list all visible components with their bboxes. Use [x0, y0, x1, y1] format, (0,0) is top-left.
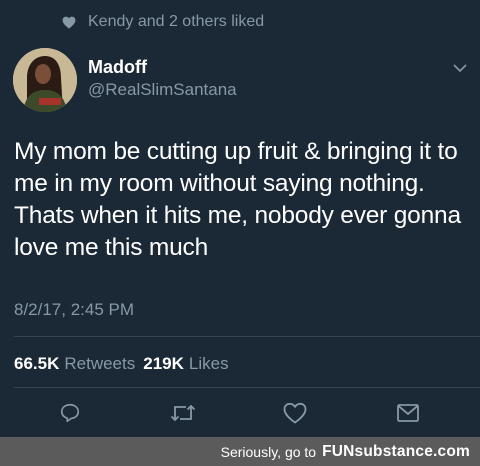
timestamp[interactable]: 8/2/17, 2:45 PM [14, 300, 134, 320]
watermark-footer: Seriously, go to FUNsubstance.com [0, 437, 480, 466]
avatar-image [13, 48, 77, 112]
likes-stat[interactable]: 219K Likes [143, 354, 228, 374]
avatar[interactable] [13, 48, 77, 112]
footer-text: Seriously, go to [220, 443, 317, 460]
divider [14, 336, 480, 337]
retweets-stat[interactable]: 66.5K Retweets [14, 354, 135, 374]
reply-icon [60, 403, 80, 423]
tweet-text: My mom be cutting up fruit & bringing it… [14, 138, 461, 261]
chevron-down-icon[interactable] [452, 62, 468, 74]
social-context: Kendy and 2 others liked [62, 13, 264, 31]
action-bar [0, 400, 480, 430]
like-button[interactable] [282, 400, 308, 426]
retweets-count: 66.5K [14, 354, 60, 373]
like-icon [283, 402, 307, 424]
retweet-icon [170, 404, 196, 422]
footer-brand: FUNsubstance.com [322, 442, 470, 460]
message-button[interactable] [395, 400, 421, 426]
social-context-text: Kendy and 2 others liked [88, 13, 265, 30]
author-handle[interactable]: @RealSlimSantana [88, 80, 237, 100]
likes-label: Likes [188, 354, 229, 373]
heart-icon [62, 16, 76, 29]
tweet-stats: 66.5K Retweets 219K Likes [14, 354, 229, 374]
divider [14, 387, 480, 388]
message-icon [397, 404, 419, 422]
author-name[interactable]: Madoff [88, 57, 147, 78]
retweet-button[interactable] [170, 400, 196, 426]
likes-count: 219K [143, 354, 184, 373]
retweets-label: Retweets [64, 354, 136, 373]
reply-button[interactable] [57, 400, 83, 426]
